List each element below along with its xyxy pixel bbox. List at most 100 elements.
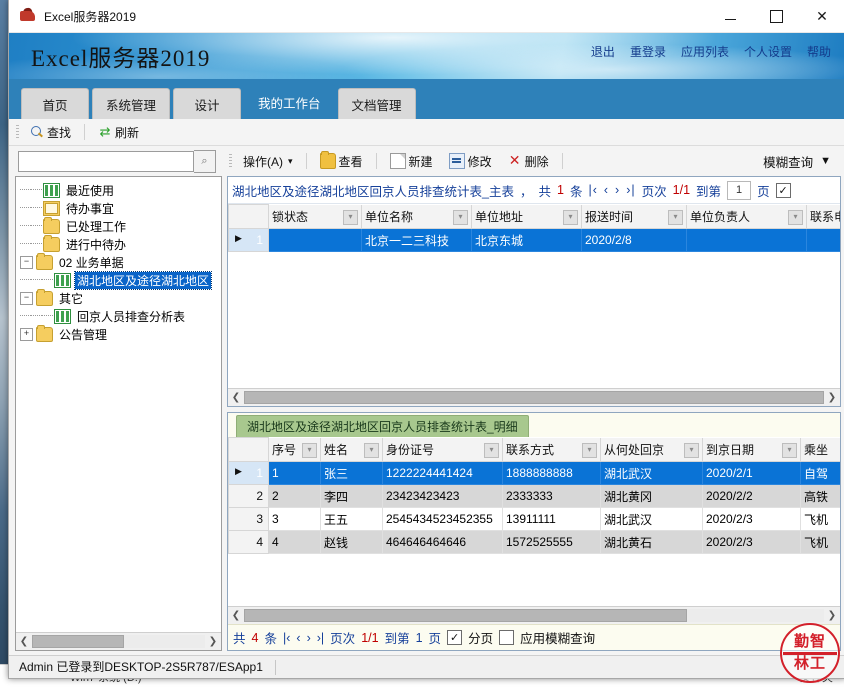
refresh-button[interactable]: ⇄ 刷新 [90, 120, 147, 144]
logout-link[interactable]: 退出 [591, 43, 615, 60]
column-header-5[interactable]: 到京日期▾ [703, 438, 801, 462]
tree-item-1[interactable]: 待办事宜 [20, 199, 221, 217]
new-button[interactable]: 新建 [382, 149, 441, 173]
cell-r2-c1[interactable]: 王五 [321, 508, 383, 531]
column-filter-icon[interactable]: ▾ [788, 210, 803, 225]
cell-r0-c3[interactable]: 1888888888 [503, 462, 601, 485]
close-button[interactable]: ✕ [799, 0, 844, 32]
tab-document-management[interactable]: 文档管理 [338, 88, 416, 119]
cell-r1-c6[interactable]: 高铁 [801, 485, 841, 508]
detail-fuzzy-checkbox[interactable] [499, 630, 514, 645]
toolbar-gripper[interactable] [16, 125, 19, 140]
tree-item-8[interactable]: +公告管理 [20, 325, 221, 343]
column-header-4[interactable]: 从何处回京▾ [601, 438, 703, 462]
master-grid-scroll[interactable]: 锁状态▾单位名称▾单位地址▾报送时间▾单位负责人▾联系电话▾ ▶1 北京一二三科技北… [228, 204, 840, 388]
cell-r3-c0[interactable]: 4 [269, 531, 321, 554]
maximize-button[interactable] [753, 0, 799, 32]
master-paging-checkbox[interactable]: ✓ [776, 183, 791, 198]
cell-r2-c2[interactable]: 2545434523452355 [383, 508, 503, 531]
master-scroll-thumb[interactable] [244, 391, 824, 404]
detail-next-page-button[interactable]: › [307, 631, 311, 645]
tree-expander-icon[interactable]: + [20, 328, 33, 341]
cell-r2-c6[interactable]: 飞机 [801, 508, 841, 531]
detail-goto-input[interactable]: 1 [416, 631, 423, 645]
tree-scroll-thumb[interactable] [32, 635, 124, 648]
tab-system-management[interactable]: 系统管理 [92, 88, 170, 119]
cell-r2-c0[interactable]: 3 [269, 508, 321, 531]
cell-r0-c1[interactable]: 北京一二三科技 [362, 229, 472, 252]
row-header-cell[interactable]: ▶1 [229, 462, 269, 485]
column-filter-icon[interactable]: ▾ [302, 443, 317, 458]
scroll-left-icon[interactable]: ❮ [228, 390, 244, 405]
cell-r0-c4[interactable]: 湖北武汉 [601, 462, 703, 485]
column-filter-icon[interactable]: ▾ [364, 443, 379, 458]
column-header-1[interactable]: 姓名▾ [321, 438, 383, 462]
master-last-page-button[interactable]: ›| [626, 183, 635, 197]
minimize-button[interactable] [707, 0, 753, 32]
cell-r0-c4[interactable] [687, 229, 807, 252]
column-header-4[interactable]: 单位负责人▾ [687, 205, 807, 229]
tree-scroll-track[interactable] [32, 635, 205, 648]
detail-paging-checkbox[interactable]: ✓ [447, 630, 462, 645]
table-row[interactable]: 44赵钱4646464646461572525555湖北黄石2020/2/3飞机 [229, 531, 841, 554]
master-first-page-button[interactable]: |‹ [588, 183, 597, 197]
cell-r0-c1[interactable]: 张三 [321, 462, 383, 485]
row-header-cell[interactable]: ▶1 [229, 229, 269, 252]
relogin-link[interactable]: 重登录 [630, 43, 666, 60]
cell-r3-c2[interactable]: 464646464646 [383, 531, 503, 554]
scroll-right-icon[interactable]: ❯ [824, 608, 840, 623]
column-filter-icon[interactable]: ▾ [782, 443, 797, 458]
row-header-cell[interactable]: 4 [229, 531, 269, 554]
delete-button[interactable]: ✕ 删除 [500, 149, 557, 173]
tree-item-6[interactable]: −其它 [20, 289, 221, 307]
cell-r0-c2[interactable]: 北京东城 [472, 229, 582, 252]
grid-corner-cell[interactable] [229, 438, 269, 462]
master-horizontal-scrollbar[interactable]: ❮ ❯ [228, 388, 840, 406]
column-header-3[interactable]: 报送时间▾ [582, 205, 687, 229]
column-header-2[interactable]: 身份证号▾ [383, 438, 503, 462]
cell-r1-c4[interactable]: 湖北黄冈 [601, 485, 703, 508]
cell-r0-c3[interactable]: 2020/2/8 [582, 229, 687, 252]
personal-settings-link[interactable]: 个人设置 [744, 43, 792, 60]
column-header-1[interactable]: 单位名称▾ [362, 205, 472, 229]
cell-r3-c3[interactable]: 1572525555 [503, 531, 601, 554]
help-link[interactable]: 帮助 [807, 43, 831, 60]
column-header-5[interactable]: 联系电话▾ [807, 205, 841, 229]
tree-expander-icon[interactable]: − [20, 256, 33, 269]
fuzzy-query-control[interactable]: 模糊查询 ▼ [763, 152, 831, 171]
table-row[interactable]: ▶1 北京一二三科技北京东城2020/2/8 [229, 229, 841, 252]
column-filter-icon[interactable]: ▾ [563, 210, 578, 225]
table-row[interactable]: ▶11张三12222244414241888888888湖北武汉2020/2/1… [229, 462, 841, 485]
column-filter-icon[interactable]: ▾ [343, 210, 358, 225]
operations-gripper[interactable] [229, 154, 232, 169]
search-input[interactable] [18, 151, 194, 172]
column-header-0[interactable]: 序号▾ [269, 438, 321, 462]
scroll-left-icon[interactable]: ❮ [16, 634, 32, 649]
detail-grid-scroll[interactable]: 序号▾姓名▾身份证号▾联系方式▾从何处回京▾到京日期▾乘坐▾▶11张三12222… [228, 437, 840, 606]
cell-r3-c5[interactable]: 2020/2/3 [703, 531, 801, 554]
cell-r0-c5[interactable]: 2020/2/1 [703, 462, 801, 485]
column-header-0[interactable]: 锁状态▾ [269, 205, 362, 229]
cell-r1-c2[interactable]: 23423423423 [383, 485, 503, 508]
cell-r3-c4[interactable]: 湖北黄石 [601, 531, 703, 554]
master-next-page-button[interactable]: › [615, 183, 620, 197]
column-header-3[interactable]: 联系方式▾ [503, 438, 601, 462]
cell-r0-c0[interactable]: 1 [269, 462, 321, 485]
cell-r2-c4[interactable]: 湖北武汉 [601, 508, 703, 531]
app-list-link[interactable]: 应用列表 [681, 43, 729, 60]
tree-item-2[interactable]: 已处理工作 [20, 217, 221, 235]
column-filter-icon[interactable]: ▾ [453, 210, 468, 225]
detail-tab-sheet[interactable]: 湖北地区及途径湖北地区回京人员排查统计表_明细 [236, 415, 529, 437]
search-submit-button[interactable]: ⌕ [194, 150, 216, 173]
tree-horizontal-scrollbar[interactable]: ❮ ❯ [16, 632, 221, 650]
detail-scroll-track[interactable] [244, 609, 824, 622]
scroll-right-icon[interactable]: ❯ [205, 634, 221, 649]
cell-r0-c5[interactable] [807, 229, 841, 252]
cell-r1-c5[interactable]: 2020/2/2 [703, 485, 801, 508]
detail-scroll-thumb[interactable] [244, 609, 687, 622]
scroll-left-icon[interactable]: ❮ [228, 608, 244, 623]
tab-my-workbench[interactable]: 我的工作台 [244, 84, 335, 119]
column-header-2[interactable]: 单位地址▾ [472, 205, 582, 229]
find-button[interactable]: 查找 [22, 120, 79, 144]
master-goto-input[interactable]: 1 [727, 181, 751, 200]
